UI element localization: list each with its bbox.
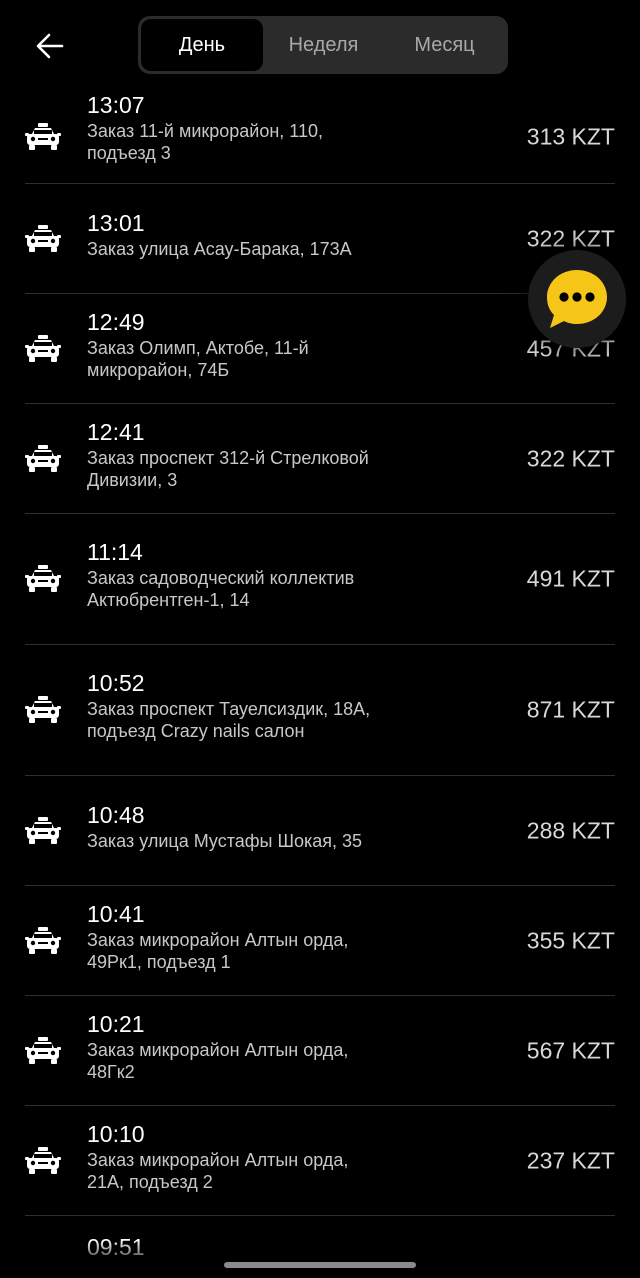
back-button[interactable] <box>26 24 74 68</box>
order-text: 10:21 Заказ микрорайон Алтын орда, 48Гк2 <box>87 1007 377 1095</box>
order-price: 313 KZT <box>526 123 615 149</box>
taxi-car-icon <box>25 1146 61 1176</box>
order-text: 13:07 Заказ 11-й микрорайон, 110, подъез… <box>87 90 377 176</box>
order-time: 11:14 <box>87 539 143 565</box>
order-time: 10:48 <box>87 801 145 828</box>
order-time: 13:07 <box>87 91 145 118</box>
order-price: 871 KZT <box>526 696 615 723</box>
order-text: 13:01 Заказ улица Асау-Барака, 173А <box>87 206 377 272</box>
taxi-car-icon <box>25 816 61 846</box>
order-time: 10:41 <box>87 900 145 927</box>
order-address: Заказ садоводческий коллектив Актюбрентг… <box>87 568 355 610</box>
order-address: Заказ проспект Тауелсиздик, 18А, подъезд… <box>87 699 371 741</box>
order-address: Заказ микрорайон Алтын орда, 48Гк2 <box>87 1039 349 1082</box>
order-text: 11:14 Заказ садоводческий коллектив Актю… <box>87 535 377 623</box>
order-price: 288 KZT <box>526 817 615 843</box>
tab-month[interactable]: Месяц <box>384 19 505 71</box>
order-row[interactable]: 10:41 Заказ микрорайон Алтын орда, 49Рк1… <box>25 886 615 996</box>
order-address: Заказ микрорайон Алтын орда, 21А, подъез… <box>87 1149 349 1192</box>
order-history-screen: День Неделя Месяц 13:07 Заказ 11-й микро… <box>0 0 640 1278</box>
chat-button[interactable] <box>528 250 626 348</box>
header: День Неделя Месяц <box>0 0 640 90</box>
bottom-fade <box>0 1240 640 1278</box>
taxi-car-icon <box>25 1036 61 1066</box>
order-address: Заказ улица Мустафы Шокая, 35 <box>87 830 363 851</box>
order-row[interactable]: 13:07 Заказ 11-й микрорайон, 110, подъез… <box>25 90 615 184</box>
order-time: 10:10 <box>87 1120 145 1147</box>
order-row[interactable]: 10:10 Заказ микрорайон Алтын орда, 21А, … <box>25 1106 615 1216</box>
order-address: Заказ улица Асау-Барака, 173А <box>87 238 352 259</box>
order-address: Заказ микрорайон Алтын орда, 49Рк1, подъ… <box>87 929 349 972</box>
order-row[interactable]: 12:41 Заказ проспект 312-й Стрелковой Ди… <box>25 404 615 514</box>
order-text: 10:52 Заказ проспект Тауелсиздик, 18А, п… <box>87 666 377 754</box>
order-time: 10:21 <box>87 1010 145 1037</box>
order-address: Заказ проспект 312-й Стрелковой Дивизии,… <box>87 447 369 490</box>
order-text: 12:49 Заказ Олимп, Актобе, 11-й микрорай… <box>87 305 377 393</box>
order-time: 12:49 <box>87 308 145 335</box>
order-time: 12:41 <box>87 418 145 445</box>
order-row[interactable]: 10:21 Заказ микрорайон Алтын орда, 48Гк2… <box>25 996 615 1106</box>
taxi-car-icon <box>25 122 61 152</box>
taxi-car-icon <box>25 926 61 956</box>
order-text: 10:48 Заказ улица Мустафы Шокая, 35 <box>87 798 377 864</box>
period-tabs: День Неделя Месяц <box>138 16 508 74</box>
order-price: 237 KZT <box>526 1147 615 1173</box>
order-price: 567 KZT <box>526 1037 615 1063</box>
order-address: Заказ 11-й микрорайон, 110, подъезд 3 <box>87 120 324 163</box>
tab-week[interactable]: Неделя <box>263 19 384 71</box>
order-time: 10:52 <box>87 670 145 696</box>
order-row[interactable]: 12:49 Заказ Олимп, Актобе, 11-й микрорай… <box>25 294 615 404</box>
chat-bubble-icon <box>547 270 607 328</box>
tab-day[interactable]: День <box>141 19 263 71</box>
order-row[interactable]: 11:14 Заказ садоводческий коллектив Актю… <box>25 514 615 645</box>
order-text: 10:10 Заказ микрорайон Алтын орда, 21А, … <box>87 1117 377 1205</box>
order-text: 12:41 Заказ проспект 312-й Стрелковой Ди… <box>87 415 377 503</box>
home-indicator[interactable] <box>224 1262 416 1268</box>
order-time: 13:01 <box>87 209 145 236</box>
order-text: 10:41 Заказ микрорайон Алтын орда, 49Рк1… <box>87 897 377 985</box>
order-row[interactable]: 13:01 Заказ улица Асау-Барака, 173А 322 … <box>25 184 615 294</box>
order-price: 355 KZT <box>526 927 615 953</box>
order-price: 322 KZT <box>526 225 615 251</box>
taxi-car-icon <box>25 695 61 725</box>
taxi-car-icon <box>25 444 61 474</box>
taxi-car-icon <box>25 564 61 594</box>
arrow-left-icon <box>36 33 64 59</box>
order-row[interactable]: 10:52 Заказ проспект Тауелсиздик, 18А, п… <box>25 645 615 776</box>
order-row[interactable]: 10:48 Заказ улица Мустафы Шокая, 35 288 … <box>25 776 615 886</box>
taxi-car-icon <box>25 334 61 364</box>
order-price: 322 KZT <box>526 445 615 471</box>
order-price: 491 KZT <box>526 565 615 592</box>
order-address: Заказ Олимп, Актобе, 11-й микрорайон, 74… <box>87 337 309 380</box>
taxi-car-icon <box>25 224 61 254</box>
